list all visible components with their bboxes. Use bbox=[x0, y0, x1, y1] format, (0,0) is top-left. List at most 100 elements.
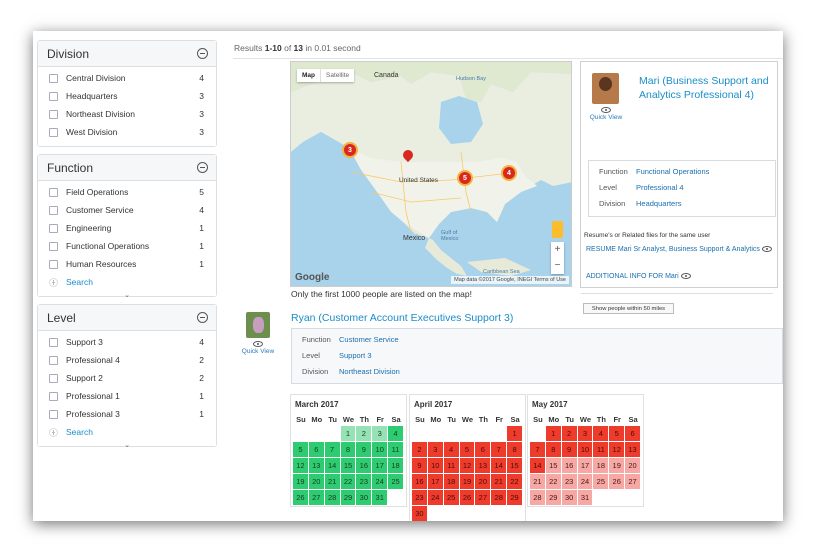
checkbox[interactable] bbox=[49, 109, 58, 119]
calendar-day[interactable]: 17 bbox=[427, 474, 443, 489]
calendar-day[interactable]: 23 bbox=[356, 474, 372, 489]
show-nearby-button[interactable]: Show people within 50 miles bbox=[583, 303, 674, 314]
calendar-day[interactable]: 9 bbox=[356, 442, 372, 457]
calendar-day[interactable]: 14 bbox=[530, 458, 545, 473]
calendar-day[interactable]: 13 bbox=[625, 442, 640, 457]
calendar-day[interactable]: 25 bbox=[443, 490, 459, 505]
map-cluster-marker[interactable]: 4 bbox=[501, 165, 517, 181]
calendar-day[interactable]: 23 bbox=[412, 490, 427, 505]
calendar-day[interactable]: 18 bbox=[388, 458, 403, 473]
calendar-day[interactable]: 10 bbox=[577, 442, 593, 457]
person-name-link[interactable]: Ryan (Customer Account Executives Suppor… bbox=[291, 312, 513, 324]
calendar-day[interactable]: 2 bbox=[561, 426, 577, 441]
checkbox[interactable] bbox=[49, 391, 58, 401]
calendar-day[interactable]: 21 bbox=[324, 474, 340, 489]
calendar-day[interactable]: 12 bbox=[609, 442, 625, 457]
chevron-down-icon[interactable]: ⌄ bbox=[38, 441, 216, 451]
checkbox[interactable] bbox=[49, 187, 58, 197]
calendar-day[interactable]: 27 bbox=[625, 474, 640, 489]
calendar-day[interactable]: 17 bbox=[577, 458, 593, 473]
calendar-day[interactable]: 24 bbox=[427, 490, 443, 505]
detail-value[interactable]: Headquarters bbox=[636, 199, 681, 209]
calendar-day[interactable]: 15 bbox=[340, 458, 356, 473]
checkbox[interactable] bbox=[49, 223, 58, 233]
quick-view-link[interactable]: Quick View bbox=[236, 341, 280, 355]
collapse-icon[interactable] bbox=[197, 312, 208, 323]
street-view-pegman-icon[interactable] bbox=[552, 221, 563, 238]
checkbox[interactable] bbox=[49, 91, 58, 101]
facet-search-link[interactable]: Search bbox=[38, 423, 216, 441]
checkbox[interactable] bbox=[49, 337, 58, 347]
facet-item[interactable]: Support 3 4 bbox=[38, 333, 216, 351]
calendar-day[interactable]: 29 bbox=[545, 490, 561, 505]
facet-item[interactable]: Engineering 1 bbox=[38, 219, 216, 237]
checkbox[interactable] bbox=[49, 259, 58, 269]
checkbox[interactable] bbox=[49, 73, 58, 83]
checkbox[interactable] bbox=[49, 409, 58, 419]
zoom-out-button[interactable]: − bbox=[551, 258, 564, 274]
map-tab-map[interactable]: Map bbox=[297, 69, 320, 82]
calendar-day[interactable]: 19 bbox=[609, 458, 625, 473]
calendar-day[interactable]: 31 bbox=[372, 490, 388, 505]
calendar-day[interactable]: 5 bbox=[293, 442, 308, 457]
calendar-day[interactable]: 23 bbox=[561, 474, 577, 489]
quick-view-link[interactable]: Quick View bbox=[586, 107, 626, 121]
calendar-day[interactable]: 30 bbox=[412, 506, 427, 521]
facet-item[interactable]: Northeast Division 3 bbox=[38, 105, 216, 123]
calendar-day[interactable]: 30 bbox=[356, 490, 372, 505]
calendar-day[interactable]: 7 bbox=[491, 442, 507, 457]
facet-item[interactable]: Field Operations 5 bbox=[38, 183, 216, 201]
calendar-day[interactable]: 21 bbox=[530, 474, 545, 489]
calendar-day[interactable]: 20 bbox=[475, 474, 491, 489]
calendar-day[interactable]: 9 bbox=[412, 458, 427, 473]
collapse-icon[interactable] bbox=[197, 162, 208, 173]
calendar-day[interactable]: 24 bbox=[372, 474, 388, 489]
calendar-day[interactable]: 1 bbox=[507, 426, 522, 441]
facet-item[interactable]: Functional Operations 1 bbox=[38, 237, 216, 255]
map-tab-satellite[interactable]: Satellite bbox=[320, 69, 354, 82]
calendar-day[interactable]: 22 bbox=[340, 474, 356, 489]
map-cluster-marker[interactable]: 3 bbox=[342, 142, 358, 158]
chevron-down-icon[interactable]: ⌄ bbox=[38, 291, 216, 301]
calendar-day[interactable]: 19 bbox=[293, 474, 308, 489]
calendar-day[interactable]: 11 bbox=[443, 458, 459, 473]
calendar-day[interactable]: 29 bbox=[507, 490, 522, 505]
calendar-day[interactable]: 7 bbox=[530, 442, 545, 457]
detail-value[interactable]: Functional Operations bbox=[636, 167, 709, 177]
calendar-day[interactable]: 26 bbox=[293, 490, 308, 505]
zoom-in-button[interactable]: + bbox=[551, 242, 564, 258]
avatar[interactable] bbox=[592, 73, 619, 104]
calendar-day[interactable]: 16 bbox=[356, 458, 372, 473]
calendar-day[interactable]: 27 bbox=[475, 490, 491, 505]
calendar-day[interactable]: 2 bbox=[412, 442, 427, 457]
calendar-day[interactable]: 19 bbox=[459, 474, 475, 489]
calendar-day[interactable]: 28 bbox=[530, 490, 545, 505]
calendar-day[interactable]: 12 bbox=[293, 458, 308, 473]
additional-info-link[interactable]: ADDITIONAL INFO FOR Mari bbox=[586, 271, 772, 283]
facet-item[interactable]: Support 2 2 bbox=[38, 369, 216, 387]
calendar-day[interactable]: 1 bbox=[340, 426, 356, 441]
detail-value[interactable]: Support 3 bbox=[339, 351, 372, 361]
calendar-day[interactable]: 18 bbox=[443, 474, 459, 489]
calendar-day[interactable]: 8 bbox=[545, 442, 561, 457]
calendar-day[interactable]: 4 bbox=[388, 426, 403, 441]
calendar-day[interactable]: 9 bbox=[561, 442, 577, 457]
map-cluster-marker[interactable]: 5 bbox=[457, 170, 473, 186]
calendar-day[interactable]: 10 bbox=[427, 458, 443, 473]
facet-item[interactable]: Headquarters 3 bbox=[38, 87, 216, 105]
facet-item[interactable]: Professional 1 1 bbox=[38, 387, 216, 405]
results-map[interactable]: Map Satellite Canada Hudson Bay United S… bbox=[290, 61, 572, 287]
map-attribution[interactable]: Map data ©2017 Google, INEGI Terms of Us… bbox=[451, 276, 569, 284]
calendar-day[interactable]: 30 bbox=[561, 490, 577, 505]
calendar-day[interactable]: 21 bbox=[491, 474, 507, 489]
calendar-day[interactable]: 18 bbox=[593, 458, 609, 473]
facet-item[interactable]: West Division 3 bbox=[38, 123, 216, 141]
calendar-day[interactable]: 8 bbox=[340, 442, 356, 457]
calendar-day[interactable]: 27 bbox=[308, 490, 324, 505]
calendar-day[interactable]: 29 bbox=[340, 490, 356, 505]
calendar-day[interactable]: 22 bbox=[507, 474, 522, 489]
resume-link[interactable]: RESUME Mari Sr Analyst, Business Support… bbox=[586, 244, 772, 256]
facet-item[interactable]: Professional 3 1 bbox=[38, 405, 216, 423]
facet-item[interactable]: Professional 4 2 bbox=[38, 351, 216, 369]
calendar-day[interactable]: 22 bbox=[545, 474, 561, 489]
